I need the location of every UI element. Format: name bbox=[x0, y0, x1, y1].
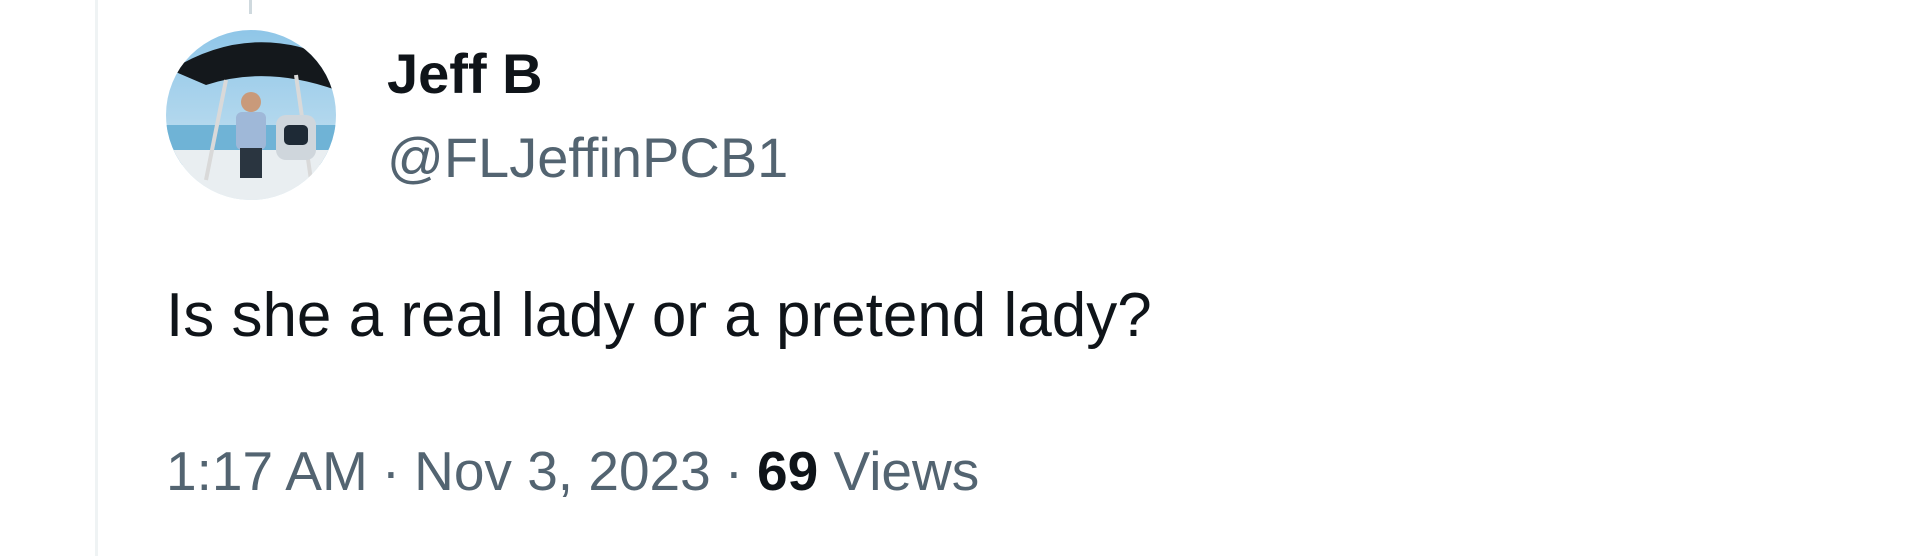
tweet-text: Is she a real lady or a pretend lady? bbox=[166, 281, 1152, 350]
views-count[interactable]: 69 bbox=[757, 440, 818, 502]
tweet-date[interactable]: Nov 3, 2023 bbox=[414, 440, 711, 502]
separator-dot: · bbox=[724, 440, 744, 502]
avatar[interactable] bbox=[166, 30, 336, 200]
tweet-detail: Jeff B @FLJeffinPCB1 Is she a real lady … bbox=[0, 0, 1920, 556]
column-border bbox=[95, 0, 98, 556]
separator-dot: · bbox=[381, 440, 401, 502]
tweet-time[interactable]: 1:17 AM bbox=[166, 440, 368, 502]
user-name[interactable]: Jeff B bbox=[387, 40, 543, 108]
user-handle[interactable]: @FLJeffinPCB1 bbox=[387, 124, 788, 192]
tweet-metadata: 1:17 AM · Nov 3, 2023 · 69 Views bbox=[166, 438, 979, 504]
thread-connector-line bbox=[249, 0, 252, 14]
profile-photo-icon bbox=[166, 30, 336, 200]
views-label[interactable]: Views bbox=[834, 440, 980, 502]
